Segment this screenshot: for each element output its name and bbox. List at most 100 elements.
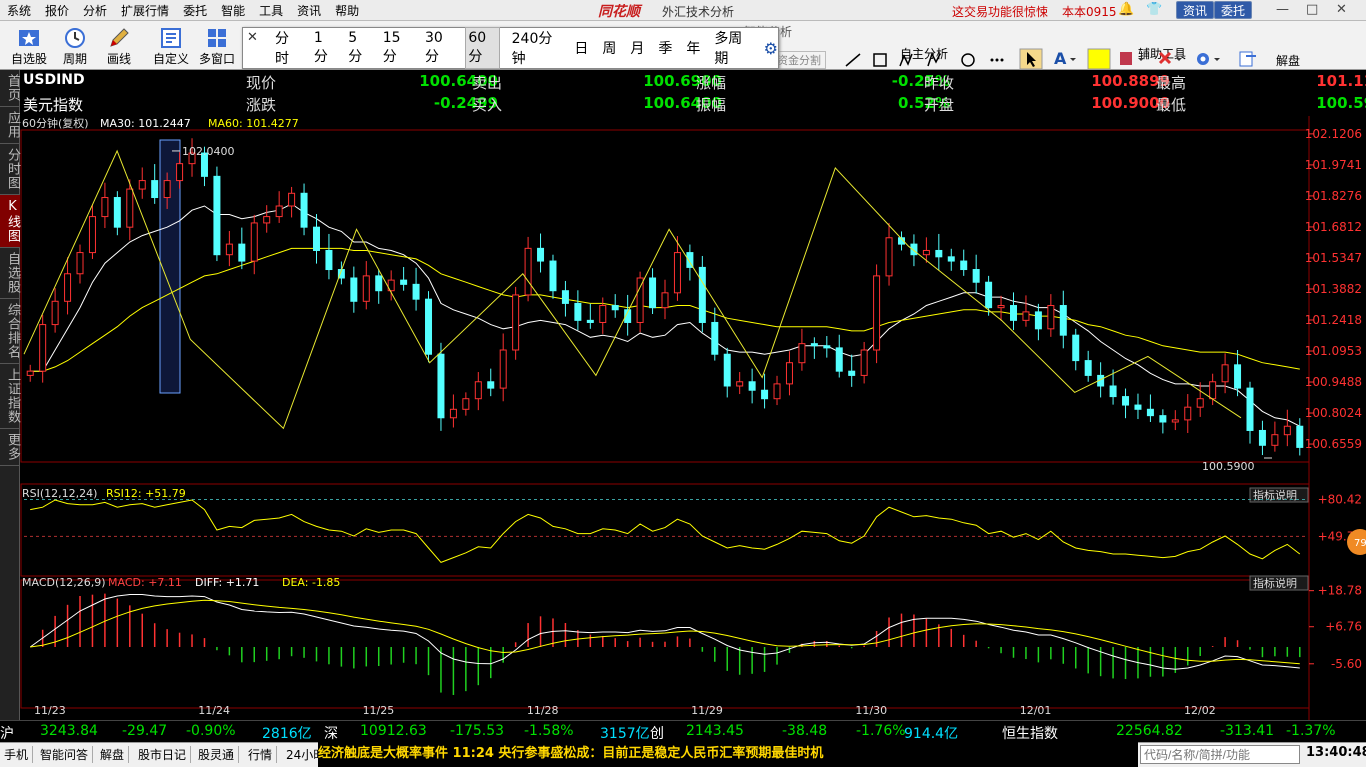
bottom-item-1[interactable]: 智能问答	[36, 746, 94, 763]
window-title: 外汇技术分析	[662, 5, 735, 19]
bottom-item-4[interactable]: 股灵通	[194, 746, 240, 763]
menu-item-5[interactable]: 智能	[214, 2, 252, 19]
period-2[interactable]: 5分	[346, 28, 370, 68]
trade-button[interactable]: 委托	[1214, 1, 1253, 19]
promo-text[interactable]: 这交易功能很惊悚	[952, 3, 1048, 20]
text-tool-icon[interactable]: A	[1054, 49, 1076, 68]
line-tool-icon[interactable]	[845, 53, 861, 67]
tool-watchlist[interactable]: 自选股	[6, 24, 52, 68]
bottom-item-5[interactable]: 行情	[244, 746, 278, 763]
indicator-value: +51.79	[145, 487, 186, 500]
delete-icon[interactable]	[1158, 51, 1182, 65]
menu-item-8[interactable]: 帮助	[328, 2, 366, 19]
menu-item-1[interactable]: 报价	[38, 2, 76, 19]
candle	[1022, 311, 1030, 321]
quote-label: 最低	[1156, 96, 1187, 114]
candle	[412, 283, 420, 300]
bottom-item-3[interactable]: 股市日记	[134, 746, 192, 763]
rect-tool-icon[interactable]	[873, 53, 887, 67]
period-12[interactable]: 多周期	[712, 26, 753, 70]
menu-item-7[interactable]: 资讯	[290, 2, 328, 19]
tool-period[interactable]: 周期	[52, 24, 98, 68]
period-1[interactable]: 1分	[312, 28, 336, 68]
period-9[interactable]: 月	[628, 36, 646, 60]
tool-multiwindow[interactable]: 多窗口	[194, 24, 240, 68]
candle	[462, 398, 470, 410]
wave-tool-icon[interactable]	[899, 53, 913, 67]
period-5[interactable]: 60分	[465, 27, 500, 69]
circle-tool-icon[interactable]	[961, 53, 975, 67]
candle	[64, 273, 72, 302]
period-4[interactable]: 30分	[423, 28, 455, 68]
close-window-icon[interactable]: ✕	[1336, 2, 1347, 17]
period-11[interactable]: 年	[684, 36, 702, 60]
bottom-item-0[interactable]: 手机	[0, 746, 34, 763]
news-ticker[interactable]: 经济触底是大概率事件 11:24 央行参事盛松成：目前正是稳定人民币汇率预期最佳…	[318, 742, 1138, 767]
tool-label: 自定义	[152, 52, 189, 66]
sidebar-tab-0[interactable]: 首页	[0, 70, 20, 107]
menu-item-2[interactable]: 分析	[76, 2, 114, 19]
info-button[interactable]: 资讯	[1176, 1, 1215, 19]
bookmark-icon[interactable]	[1120, 52, 1144, 65]
menu-item-4[interactable]: 委托	[176, 2, 214, 19]
period-8[interactable]: 周	[600, 36, 618, 60]
sidebar-tab-2[interactable]: 分时图	[0, 144, 20, 195]
export-icon[interactable]	[1239, 51, 1256, 67]
candle	[823, 345, 831, 349]
shirt-icon[interactable]: 👕	[1146, 2, 1162, 17]
indicator-macd: MACD: +7.11	[108, 576, 182, 589]
sidebar-tab-6[interactable]: 上证指数	[0, 364, 20, 429]
sidebar-tab-4[interactable]: 自选股	[0, 248, 20, 299]
minimize-icon[interactable]: —	[1276, 2, 1289, 17]
cursor-icon[interactable]	[1019, 48, 1043, 70]
menu-item-3[interactable]: 扩展行情	[114, 2, 176, 19]
indicator-name: MA60	[208, 117, 239, 130]
indicator-value: 101.2447	[138, 117, 191, 130]
zigzag-tool-icon[interactable]	[927, 52, 941, 67]
tool-draw[interactable]: 画线	[96, 24, 142, 68]
indicator-name: MA30	[100, 117, 131, 130]
index-pct: -1.76%	[856, 723, 906, 739]
sidebar-tab-1[interactable]: 应用	[0, 107, 20, 144]
maximize-icon[interactable]: □	[1306, 2, 1318, 17]
bell-icon[interactable]: 🔔	[1118, 2, 1134, 17]
candle	[848, 370, 856, 376]
close-icon[interactable]: ✕	[247, 30, 258, 45]
period-3[interactable]: 15分	[381, 28, 413, 68]
search-input[interactable]	[1140, 745, 1300, 764]
sidebar-tab-7[interactable]: 更多	[0, 429, 20, 466]
more-tools-icon[interactable]	[990, 58, 1004, 62]
period-7[interactable]: 日	[572, 36, 590, 60]
y-tick-label: 101.3882	[1305, 282, 1362, 296]
analyze-button[interactable]: 解盘	[1276, 52, 1300, 69]
period-settings-icon[interactable]: ⚙	[764, 39, 778, 58]
menu-item-0[interactable]: 系统	[0, 2, 38, 19]
chart-canvas[interactable]: 102.1206 101.9741 101.8276 101.6812 101.5347…	[20, 116, 1366, 720]
index-change: -29.47	[122, 723, 168, 739]
sidebar-tab-5[interactable]: 综合排名	[0, 299, 20, 364]
color-picker-icon[interactable]	[1087, 48, 1111, 70]
index-value: 3243.84	[40, 723, 98, 739]
index-name: 恒生指数	[1002, 726, 1058, 742]
period-10[interactable]: 季	[656, 36, 674, 60]
y-tick-label: 101.0953	[1305, 344, 1362, 358]
x-tick-label: 11/29	[691, 704, 723, 717]
rsi-tick-label: +80.42	[1318, 492, 1362, 506]
period-6[interactable]: 240分钟	[510, 26, 563, 70]
y-tick-label: 100.6559	[1305, 437, 1362, 451]
candle	[1084, 360, 1092, 376]
sidebar-tab-3[interactable]: K线图	[0, 195, 20, 248]
menu-item-6[interactable]: 工具	[252, 2, 290, 19]
candle	[288, 192, 296, 207]
index-pct: -1.37%	[1286, 723, 1336, 739]
candle	[673, 252, 681, 294]
bottom-item-2[interactable]: 解盘	[96, 746, 130, 763]
clock-icon	[65, 28, 85, 48]
candle	[88, 216, 96, 254]
indicator-title: RSI(12,12,24)	[22, 487, 97, 500]
candle	[761, 389, 769, 400]
tool-custom[interactable]: 自定义	[148, 24, 194, 68]
split-funds-button[interactable]: 资金分割	[772, 51, 826, 69]
period-0[interactable]: 分时	[273, 26, 302, 70]
settings-icon[interactable]	[1197, 53, 1220, 65]
